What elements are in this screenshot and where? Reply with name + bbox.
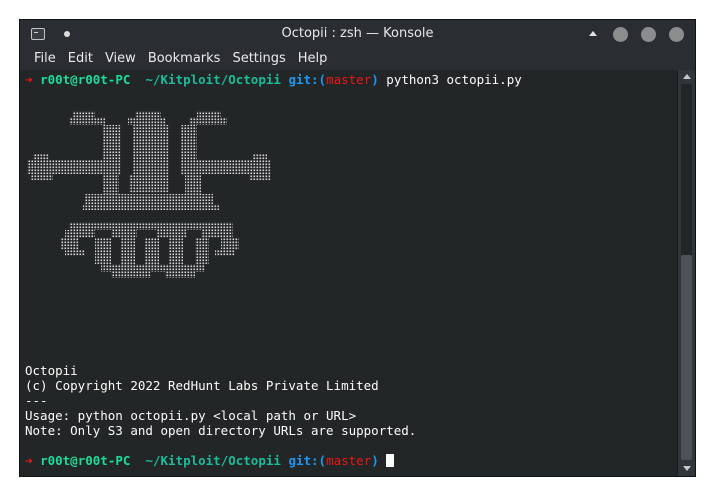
close-icon[interactable] bbox=[669, 27, 684, 42]
vertical-scrollbar[interactable] bbox=[677, 70, 695, 476]
scroll-up-arrow-icon[interactable] bbox=[683, 74, 691, 79]
terminal-output[interactable]: ➜ r00t@r00t-PC ~/Kitploit/Octopii git:(m… bbox=[20, 70, 677, 476]
output-separator: --- bbox=[25, 393, 48, 408]
output-usage: Usage: python octopii.py <local path or … bbox=[25, 408, 357, 423]
prompt-line-2[interactable]: ➜ r00t@r00t-PC ~/Kitploit/Octopii git:(m… bbox=[25, 453, 395, 468]
prompt-paren-close: ) bbox=[371, 72, 379, 87]
prompt-paren-open: ( bbox=[318, 72, 327, 87]
command-text: python3 octopii.py bbox=[386, 72, 522, 87]
prompt-user: r00t@r00t-PC bbox=[40, 72, 131, 87]
prompt-line-1: ➜ r00t@r00t-PC ~/Kitploit/Octopii git:(m… bbox=[25, 72, 522, 87]
menu-view[interactable]: View bbox=[99, 48, 142, 70]
prompt-git-label: git: bbox=[288, 72, 319, 87]
maximize-icon[interactable] bbox=[641, 27, 656, 42]
prompt-branch: master bbox=[326, 72, 372, 87]
prompt-git-label: git: bbox=[288, 453, 319, 468]
menu-bookmarks[interactable]: Bookmarks bbox=[142, 48, 227, 70]
konsole-window: Octopii : zsh — Konsole File Edit View B… bbox=[20, 20, 695, 476]
scrollbar-thumb[interactable] bbox=[681, 255, 692, 460]
output-note: Note: Only S3 and open directory URLs ar… bbox=[25, 423, 417, 438]
octopus-ascii-art-logo bbox=[27, 111, 271, 278]
prompt-branch: master bbox=[326, 453, 372, 468]
minimize-icon[interactable] bbox=[613, 27, 628, 42]
chevron-up-icon[interactable] bbox=[589, 31, 597, 36]
prompt-path: ~/Kitploit/Octopii bbox=[145, 453, 281, 468]
output-name: Octopii bbox=[25, 363, 78, 378]
prompt-user: r00t@r00t-PC bbox=[40, 453, 131, 468]
prompt-paren-open: ( bbox=[318, 453, 327, 468]
menu-file[interactable]: File bbox=[28, 48, 62, 70]
title-bar[interactable]: Octopii : zsh — Konsole bbox=[20, 20, 695, 48]
prompt-paren-close: ) bbox=[371, 453, 379, 468]
menu-bar: File Edit View Bookmarks Settings Help bbox=[20, 48, 695, 70]
scroll-down-arrow-icon[interactable] bbox=[683, 466, 691, 471]
prompt-arrow: ➜ bbox=[25, 453, 33, 468]
text-cursor bbox=[386, 454, 395, 467]
menu-help[interactable]: Help bbox=[292, 48, 334, 70]
prompt-arrow: ➜ bbox=[25, 72, 33, 87]
menu-settings[interactable]: Settings bbox=[226, 48, 291, 70]
menu-edit[interactable]: Edit bbox=[62, 48, 99, 70]
prompt-path: ~/Kitploit/Octopii bbox=[145, 72, 281, 87]
output-copyright: (c) Copyright 2022 RedHunt Labs Private … bbox=[25, 378, 379, 393]
